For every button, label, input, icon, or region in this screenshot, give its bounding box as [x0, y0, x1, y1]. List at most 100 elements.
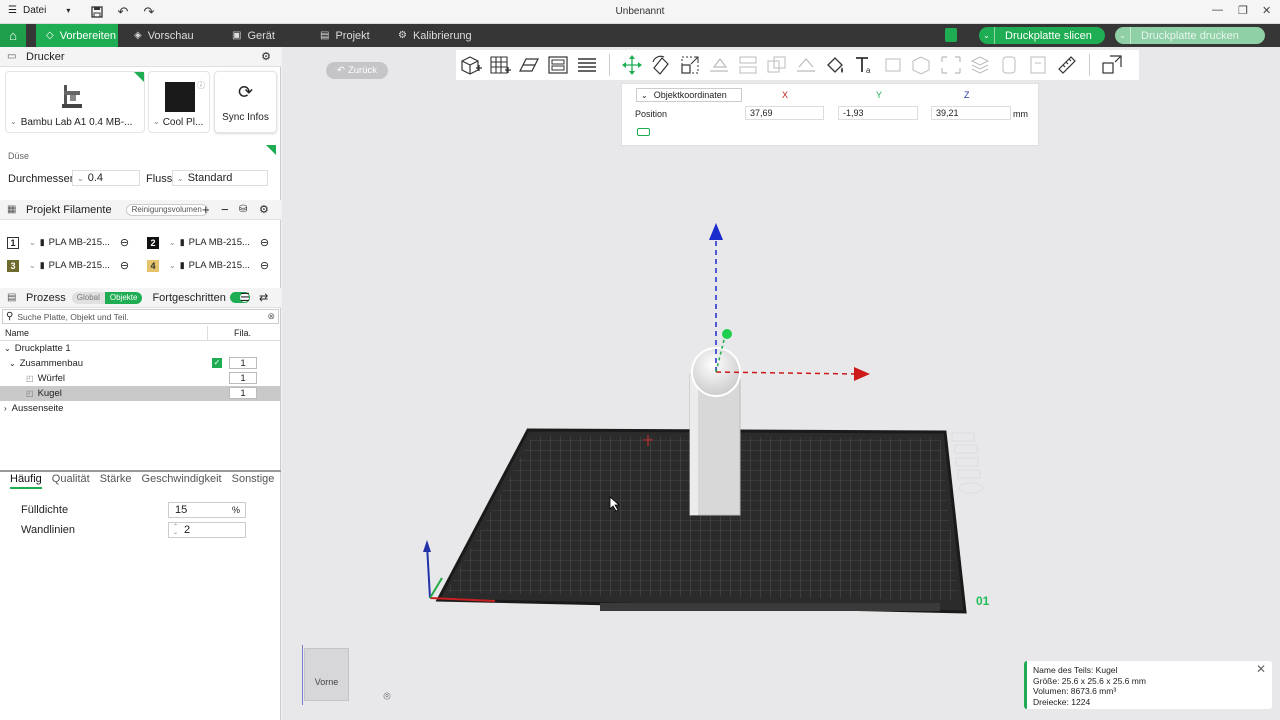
- view-cube[interactable]: Vorne: [304, 648, 349, 701]
- gear-icon[interactable]: ⚙: [259, 203, 269, 216]
- tree-label: Zusammenbau: [19, 358, 84, 369]
- close-icon[interactable]: ✕: [1262, 4, 1271, 17]
- clear-icon[interactable]: ⊗: [267, 311, 275, 322]
- infill-input[interactable]: 15 %: [168, 502, 246, 518]
- variable-layer-icon[interactable]: [909, 52, 935, 78]
- layer-stack-icon[interactable]: [967, 52, 993, 78]
- remove-circle-icon[interactable]: ⊖: [120, 236, 129, 249]
- chevron-down-icon: ⌄: [77, 173, 84, 183]
- remove-circle-icon[interactable]: ⊖: [260, 236, 269, 249]
- split-layers-icon[interactable]: [574, 52, 600, 78]
- tab-strength[interactable]: Stärke: [100, 473, 132, 489]
- tab-calibration[interactable]: ⚙ Kalibrierung: [388, 24, 482, 47]
- gizmo-x-arrow[interactable]: [854, 367, 870, 381]
- tab-device[interactable]: ▣ Gerät: [222, 24, 285, 47]
- tree-plate[interactable]: ⌄ Druckplatte 1: [0, 341, 280, 356]
- sync-info-button[interactable]: ⟳ Sync Infos: [214, 71, 277, 133]
- back-icon: ↶: [336, 65, 345, 76]
- filament-item[interactable]: 2 ⌄ ▮ PLA MB-215... ⊖: [147, 236, 269, 249]
- color-paint-icon[interactable]: [822, 52, 848, 78]
- remove-circle-icon[interactable]: ⊖: [120, 259, 129, 272]
- tab-others[interactable]: Sonstige: [232, 473, 275, 489]
- flow-select[interactable]: ⌄ Standard: [172, 170, 268, 186]
- tab-speed[interactable]: Geschwindigkeit: [142, 473, 222, 489]
- remove-icon[interactable]: −: [221, 202, 229, 217]
- filament-count[interactable]: 1: [229, 372, 257, 384]
- remove-circle-icon[interactable]: ⊖: [260, 259, 269, 272]
- plate-layout-icon[interactable]: [945, 28, 957, 42]
- back-button[interactable]: ↶ Zurück: [326, 62, 388, 79]
- add-plate-icon[interactable]: [487, 52, 513, 78]
- boolean-icon[interactable]: [764, 52, 790, 78]
- reset-icon[interactable]: [637, 128, 650, 136]
- sync-label: Sync Infos: [222, 112, 269, 123]
- purge-volume-button[interactable]: Reinigungsvolumen: [125, 203, 208, 216]
- measure-support-icon[interactable]: [880, 52, 906, 78]
- sync-filament-icon[interactable]: ⛁: [239, 204, 247, 215]
- slice-plate-button[interactable]: ⌄ Druckplatte slicen: [979, 27, 1105, 44]
- list-icon[interactable]: ☰: [240, 291, 250, 304]
- gizmo-y-handle[interactable]: [722, 329, 732, 339]
- x-label: X: [782, 90, 789, 100]
- stepper-arrows-icon[interactable]: ⌃ ⌄: [173, 524, 178, 536]
- coordinate-system-select[interactable]: ⌄ Objektkoordinaten: [636, 88, 742, 102]
- position-x-input[interactable]: 37,69: [745, 106, 824, 120]
- tree-outside[interactable]: › Aussenseite: [0, 401, 280, 416]
- arrange-icon[interactable]: [545, 52, 571, 78]
- home-icon[interactable]: ⌂: [0, 24, 26, 47]
- ruler-icon[interactable]: [1054, 52, 1080, 78]
- cut-icon[interactable]: [735, 52, 761, 78]
- corner-badge: [266, 145, 276, 155]
- tree-sphere[interactable]: ◰ Kugel 1: [0, 386, 280, 401]
- tab-project[interactable]: ▤ Projekt: [310, 24, 380, 47]
- support-paint-icon[interactable]: [793, 52, 819, 78]
- gizmo-z-arrow[interactable]: [709, 223, 723, 240]
- gear-icon[interactable]: ⚙: [261, 50, 271, 63]
- filament-item[interactable]: 4 ⌄ ▮ PLA MB-215... ⊖: [147, 259, 269, 272]
- assembly-view-icon[interactable]: [1099, 52, 1125, 78]
- tab-common[interactable]: Häufig: [10, 473, 42, 489]
- minimize-icon[interactable]: —: [1212, 4, 1223, 16]
- plate-card[interactable]: ⓘ ⌄ Cool Pl...: [148, 71, 210, 133]
- move-icon[interactable]: [619, 52, 645, 78]
- tab-prepare[interactable]: ◇ Vorbereiten: [36, 24, 118, 47]
- filament-item[interactable]: 3 ⌄ ▮ PLA MB-215... ⊖: [7, 259, 129, 272]
- 3d-viewport[interactable]: 01 ↶ Zurück Vorne ⌾: [282, 47, 1280, 720]
- add-icon[interactable]: +: [202, 202, 210, 217]
- diameter-select[interactable]: ⌄ 0.4: [72, 170, 140, 186]
- filament-item[interactable]: 1 ⌄ ▮ PLA MB-215... ⊖: [7, 236, 129, 249]
- tab-preview[interactable]: ◈ Vorschau: [124, 24, 204, 47]
- tree-assembly[interactable]: ⌄ Zusammenbau ✓ 1: [0, 356, 280, 371]
- tree-cube[interactable]: ◰ Würfel 1: [0, 371, 280, 386]
- back-label: Zurück: [347, 65, 377, 76]
- position-y-input[interactable]: -1,93: [838, 106, 918, 120]
- check-icon[interactable]: ✓: [212, 358, 222, 368]
- text-icon[interactable]: a: [851, 52, 877, 78]
- compare-icon[interactable]: ⇄: [259, 291, 268, 304]
- maximize-icon[interactable]: ❐: [1238, 4, 1248, 17]
- rotate-icon[interactable]: [648, 52, 674, 78]
- fit-icon[interactable]: [938, 52, 964, 78]
- info-icon[interactable]: ⓘ: [197, 80, 205, 91]
- tab-quality[interactable]: Qualität: [52, 473, 90, 489]
- close-icon[interactable]: ✕: [1256, 663, 1266, 674]
- global-toggle[interactable]: Global: [71, 291, 105, 304]
- printer-section-header: ▭ Drucker ⚙: [0, 47, 281, 67]
- walls-stepper[interactable]: ⌃ ⌄ 2: [168, 522, 246, 538]
- camera-icon[interactable]: ⌾: [378, 687, 396, 705]
- orient-icon[interactable]: [516, 52, 542, 78]
- search-input[interactable]: ⚲ Suche Platte, Objekt und Teil. ⊗: [2, 309, 279, 324]
- filament-count[interactable]: 1: [229, 387, 257, 399]
- objects-toggle[interactable]: Objekte: [104, 291, 143, 304]
- assembly-icon[interactable]: [1025, 52, 1051, 78]
- chevron-down-icon: ⌄: [29, 238, 36, 247]
- position-z-input[interactable]: 39,21: [931, 106, 1011, 120]
- scale-icon[interactable]: [677, 52, 703, 78]
- print-plate-button[interactable]: ⌄ Druckplatte drucken: [1115, 27, 1265, 44]
- filament-count[interactable]: 1: [229, 357, 257, 369]
- add-object-icon[interactable]: [458, 52, 484, 78]
- lay-on-face-icon[interactable]: [706, 52, 732, 78]
- printer-icon: ▭: [7, 51, 17, 62]
- printer-card[interactable]: ⌄ Bambu Lab A1 0.4 MB-...: [5, 71, 145, 133]
- seam-icon[interactable]: [996, 52, 1022, 78]
